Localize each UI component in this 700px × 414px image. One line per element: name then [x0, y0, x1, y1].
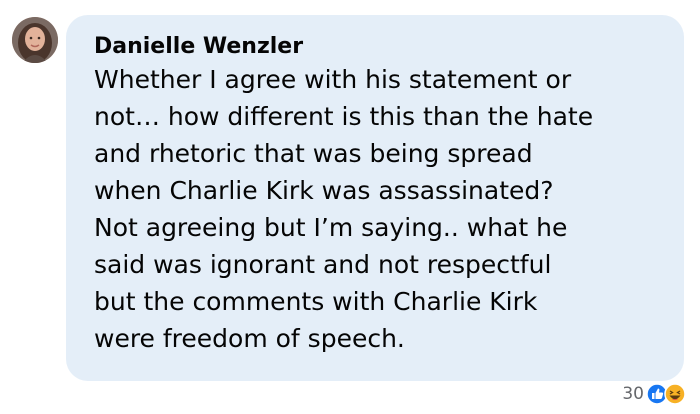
comment-text: Whether I agree with his statement or no… [94, 65, 594, 353]
avatar[interactable] [12, 17, 58, 63]
reaction-summary[interactable]: 30 [622, 381, 686, 407]
reaction-count: 30 [622, 384, 644, 404]
avatar-photo [12, 17, 58, 63]
comment-bubble: Danielle Wenzler Whether I agree with hi… [66, 15, 684, 381]
comment-author[interactable]: Danielle Wenzler [94, 33, 658, 61]
haha-icon [664, 383, 686, 405]
